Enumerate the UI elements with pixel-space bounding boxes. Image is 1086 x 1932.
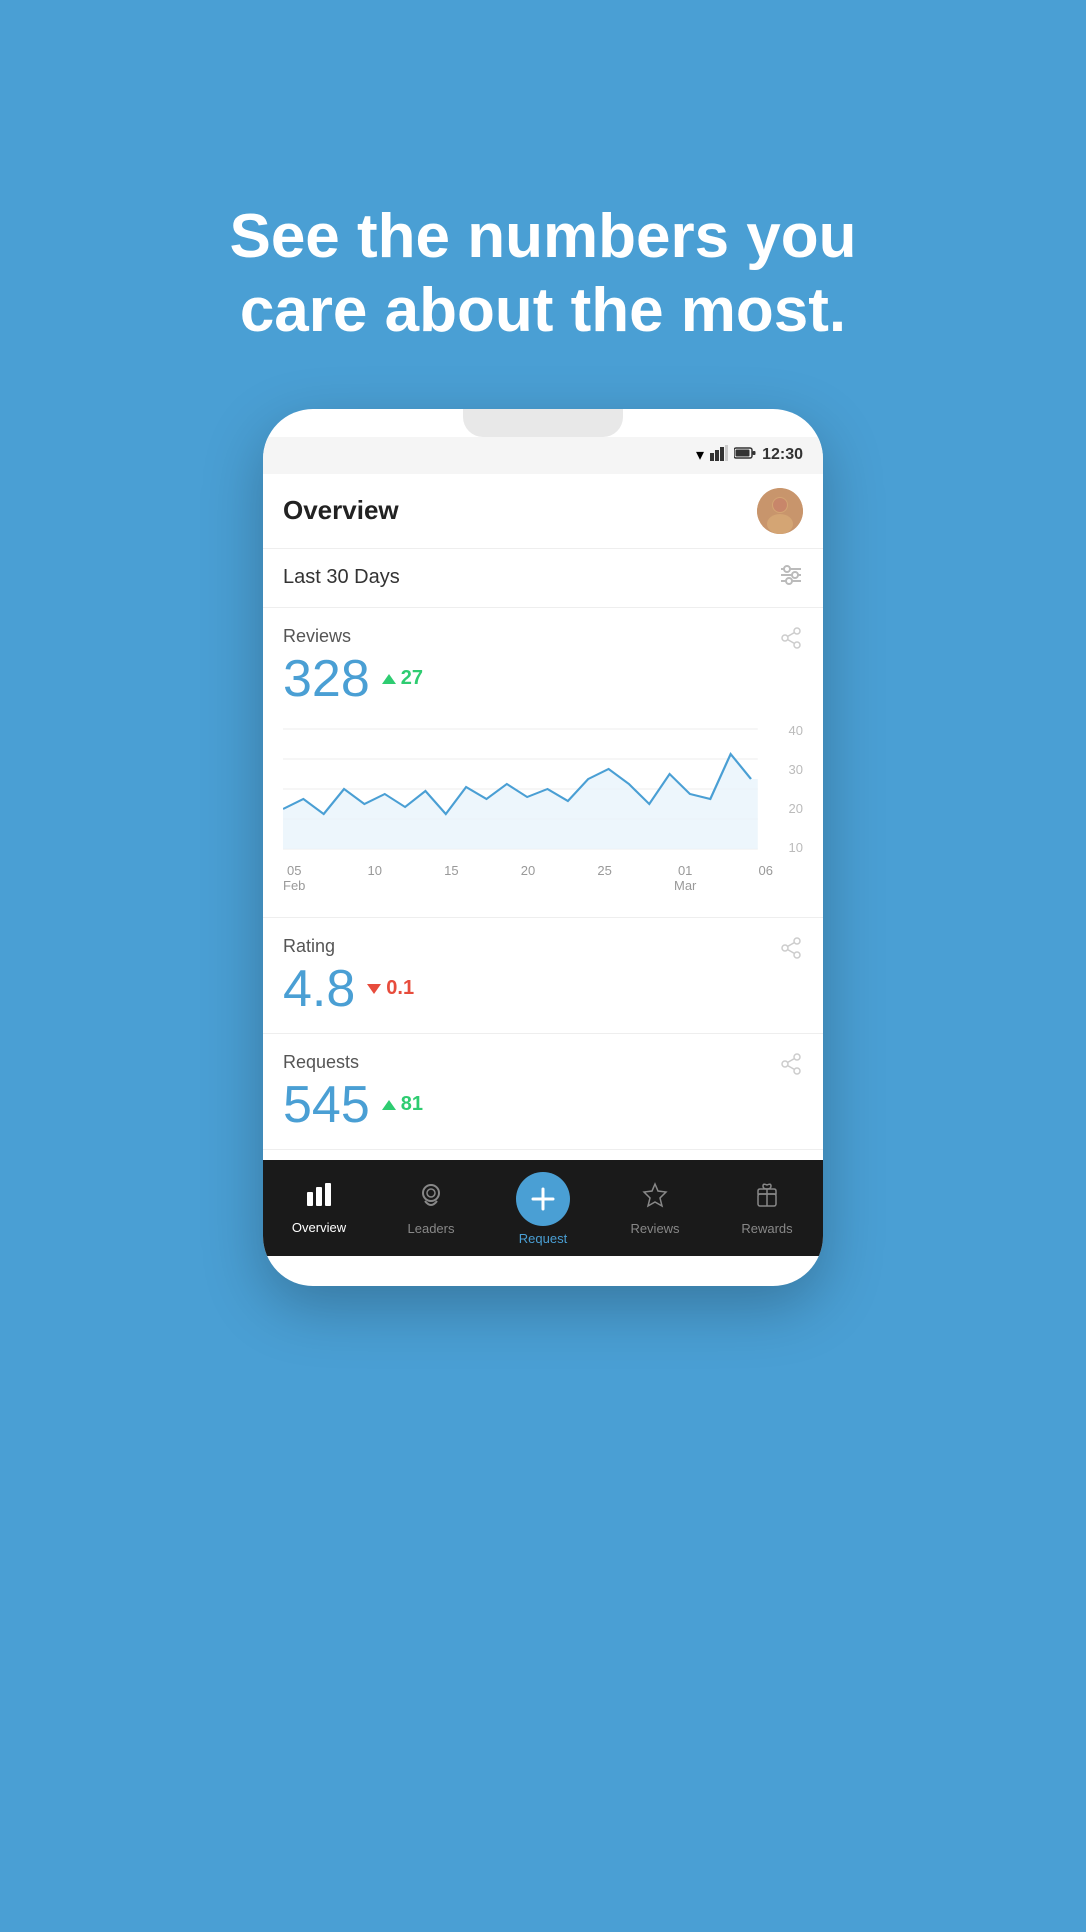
app-header: Overview xyxy=(263,474,823,549)
battery-icon xyxy=(734,446,756,465)
avatar[interactable] xyxy=(757,488,803,534)
wifi-icon: ▾ xyxy=(696,445,704,465)
status-bar: ▾ 12:30 xyxy=(263,437,823,474)
reviews-value: 328 xyxy=(283,653,370,705)
nav-item-leaders[interactable]: Leaders xyxy=(375,1181,487,1236)
phone-notch xyxy=(463,409,623,437)
rating-section: Rating 4.8 0.1 xyxy=(263,918,823,1034)
rating-value: 4.8 xyxy=(283,963,355,1015)
reviews-share-icon[interactable] xyxy=(779,626,803,656)
nav-item-request[interactable]: Request xyxy=(487,1172,599,1246)
request-button[interactable] xyxy=(516,1172,570,1226)
period-bar: Last 30 Days xyxy=(263,549,823,608)
hero-section: See the numbers you care about the most. xyxy=(69,100,1016,349)
rewards-icon xyxy=(753,1181,781,1216)
rating-change: 0.1 xyxy=(365,977,414,1000)
rating-share-icon[interactable] xyxy=(779,936,803,966)
nav-label-request: Request xyxy=(519,1231,567,1246)
bottom-nav: Overview Leaders Request xyxy=(263,1160,823,1256)
nav-label-leaders: Leaders xyxy=(408,1221,455,1236)
content-area: Reviews 328 27 xyxy=(263,608,823,1150)
nav-item-reviews[interactable]: Reviews xyxy=(599,1181,711,1236)
nav-item-rewards[interactable]: Rewards xyxy=(711,1181,823,1236)
reviews-section: Reviews 328 27 xyxy=(263,608,823,918)
time-display: 12:30 xyxy=(762,446,803,464)
requests-share-icon[interactable] xyxy=(779,1052,803,1082)
leaders-icon xyxy=(417,1181,445,1216)
reviews-chart: 40 30 20 10 05Feb 10 15 20 25 01Mar 06 xyxy=(283,719,803,899)
nav-item-overview[interactable]: Overview xyxy=(263,1182,375,1235)
requests-section: Requests 545 81 xyxy=(263,1034,823,1150)
filter-icon[interactable] xyxy=(779,565,803,591)
chart-x-labels: 05Feb 10 15 20 25 01Mar 06 xyxy=(283,859,803,893)
chart-svg xyxy=(283,719,803,859)
nav-label-reviews: Reviews xyxy=(630,1221,679,1236)
nav-label-overview: Overview xyxy=(292,1220,346,1235)
overview-icon xyxy=(305,1182,333,1215)
hero-text: See the numbers you care about the most. xyxy=(149,200,936,349)
signal-icon xyxy=(710,445,728,466)
requests-change: 81 xyxy=(380,1093,423,1116)
requests-value: 545 xyxy=(283,1079,370,1131)
app-title: Overview xyxy=(283,495,399,526)
period-label: Last 30 Days xyxy=(283,566,400,589)
reviews-change: 27 xyxy=(380,667,423,690)
reviews-label: Reviews xyxy=(283,626,423,647)
requests-label: Requests xyxy=(283,1052,423,1073)
reviews-icon xyxy=(641,1181,669,1216)
phone-mockup: ▾ 12:30 Overview xyxy=(263,409,823,1286)
chart-y-labels: 40 30 20 10 xyxy=(789,719,803,859)
nav-label-rewards: Rewards xyxy=(741,1221,792,1236)
rating-label: Rating xyxy=(283,936,414,957)
